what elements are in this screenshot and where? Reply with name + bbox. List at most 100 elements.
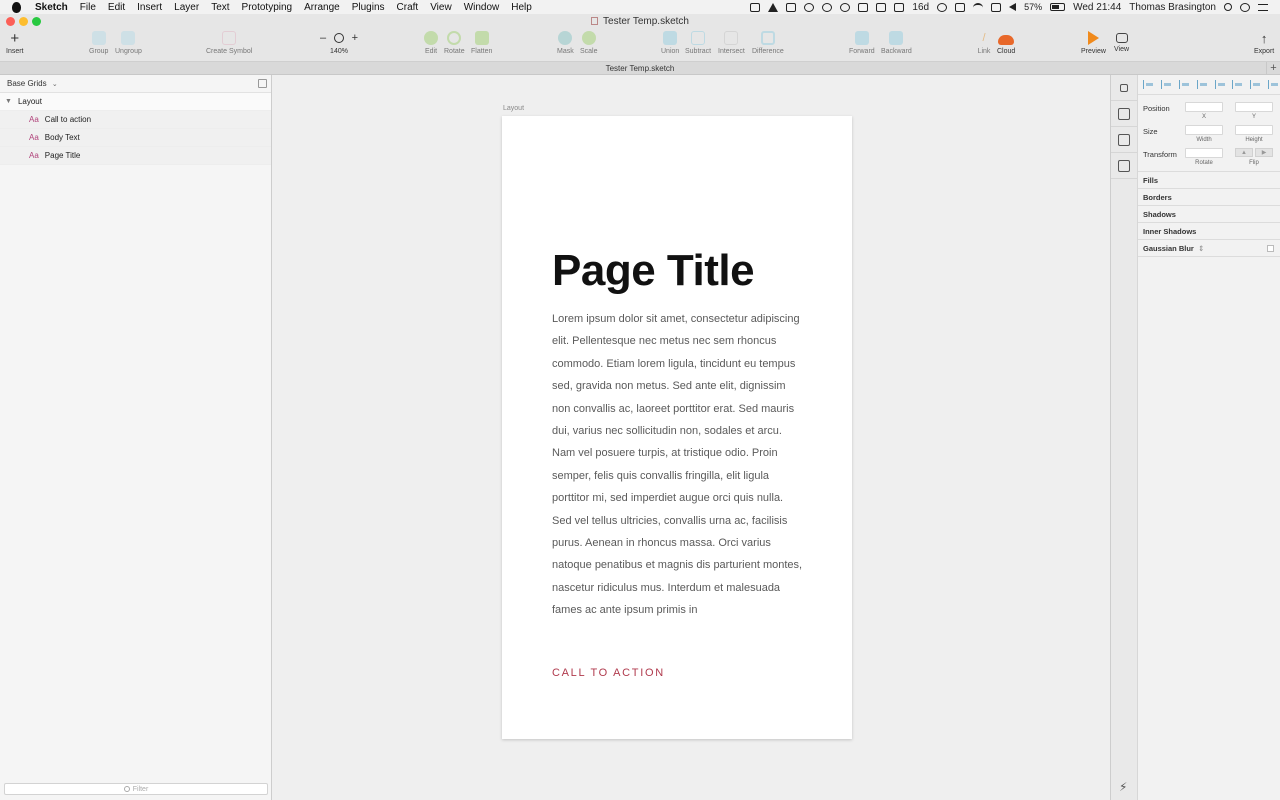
apple-menu-icon[interactable] <box>12 1 21 13</box>
menu-window[interactable]: Window <box>464 2 500 13</box>
page-title[interactable]: Page Title <box>552 246 755 296</box>
inner-shadows-section[interactable]: Inner Shadows <box>1138 223 1280 240</box>
display-icon[interactable] <box>991 2 1002 12</box>
notification-center-icon[interactable] <box>1258 3 1268 11</box>
menu-edit[interactable]: Edit <box>108 2 125 13</box>
menu-craft[interactable]: Craft <box>397 2 419 13</box>
window-icon[interactable] <box>858 2 869 12</box>
gaussian-blur-section[interactable]: Gaussian Blur ⇕ <box>1138 240 1280 257</box>
align-center-icon[interactable] <box>1196 80 1209 89</box>
difference-button[interactable]: Difference <box>752 31 784 55</box>
artboard[interactable]: Page Title Lorem ipsum dolor sit amet, c… <box>502 116 852 739</box>
battery-percent[interactable]: 57% <box>1024 2 1042 12</box>
zoom-level[interactable]: 140% <box>330 48 348 55</box>
flip-vertical-button[interactable]: ▶ <box>1255 148 1273 157</box>
export-button[interactable]: ↑ Export <box>1254 31 1274 56</box>
spotlight-search-icon[interactable] <box>1224 3 1232 11</box>
artboard-label[interactable]: Layout <box>503 105 524 112</box>
union-button[interactable]: Union <box>661 31 679 55</box>
eye-icon[interactable] <box>804 2 815 12</box>
call-to-action-link[interactable]: CALL TO ACTION <box>552 667 665 679</box>
forward-button[interactable]: Forward <box>849 31 875 55</box>
distribute-horizontal-icon[interactable] <box>1143 80 1155 89</box>
view-button[interactable]: View <box>1114 31 1129 53</box>
menu-layer[interactable]: Layer <box>174 2 199 13</box>
resize-tab-button[interactable] <box>1111 153 1137 179</box>
align-left-icon[interactable] <box>1178 80 1191 89</box>
counter-icon[interactable] <box>894 2 905 12</box>
layer-filter-input[interactable]: Filter <box>4 783 268 795</box>
align-middle-icon[interactable] <box>1250 80 1262 89</box>
minimize-window-button[interactable] <box>19 17 28 26</box>
align-bottom-icon[interactable] <box>1268 80 1280 89</box>
mask-button[interactable]: Mask <box>557 31 574 55</box>
days-label[interactable]: 16d <box>912 2 929 13</box>
cloud-button[interactable]: Cloud <box>997 31 1015 55</box>
airplay-icon[interactable] <box>955 2 966 12</box>
fills-section[interactable]: Fills <box>1138 172 1280 189</box>
page-selector[interactable]: Base Grids ⌄ <box>0 75 271 93</box>
layer-item-page-title[interactable]: Aa Page Title <box>0 147 271 165</box>
position-y-input[interactable] <box>1235 102 1273 112</box>
menu-help[interactable]: Help <box>511 2 532 13</box>
zoom-in-button[interactable]: + <box>352 32 358 44</box>
menu-file[interactable]: File <box>80 2 96 13</box>
menu-app-sketch[interactable]: Sketch <box>35 2 68 13</box>
blur-type-stepper-icon[interactable]: ⇕ <box>1198 244 1204 253</box>
menu-view[interactable]: View <box>430 2 452 13</box>
edit-button[interactable]: Edit <box>424 31 438 55</box>
document-tab[interactable]: Tester Temp.sketch <box>606 64 675 73</box>
new-tab-button[interactable]: + <box>1266 62 1280 75</box>
settings-dot-icon[interactable] <box>937 2 948 12</box>
canvas[interactable]: Layout Page Title Lorem ipsum dolor sit … <box>272 75 1110 800</box>
height-input[interactable] <box>1235 125 1273 135</box>
shadows-section[interactable]: Shadows <box>1138 206 1280 223</box>
zoom-out-button[interactable]: – <box>320 32 326 44</box>
circle-icon[interactable] <box>822 2 833 12</box>
text-list-tab-button[interactable] <box>1111 127 1137 153</box>
distribute-vertical-icon[interactable] <box>1160 80 1173 89</box>
blur-enabled-checkbox[interactable] <box>1267 245 1274 252</box>
collapse-pages-icon[interactable] <box>258 79 267 88</box>
preview-button[interactable]: Preview <box>1081 31 1106 55</box>
volume-icon[interactable] <box>1009 3 1017 11</box>
align-top-icon[interactable] <box>1232 80 1244 89</box>
group-button[interactable]: Group <box>89 31 108 55</box>
clock[interactable]: Wed 21:44 <box>1073 2 1121 13</box>
menu-plugins[interactable]: Plugins <box>352 2 385 13</box>
borders-section[interactable]: Borders <box>1138 189 1280 206</box>
location-arrow-icon[interactable] <box>768 2 779 12</box>
subtract-button[interactable]: Subtract <box>685 31 711 55</box>
close-window-button[interactable] <box>6 17 15 26</box>
width-input[interactable] <box>1185 125 1223 135</box>
layer-item-body-text[interactable]: Aa Body Text <box>0 129 271 147</box>
user-name[interactable]: Thomas Brasington <box>1129 2 1216 13</box>
create-symbol-button[interactable]: Create Symbol <box>206 31 252 55</box>
ungroup-button[interactable]: Ungroup <box>115 31 142 55</box>
maximize-window-button[interactable] <box>32 17 41 26</box>
battery-icon[interactable] <box>1050 3 1066 11</box>
insert-button[interactable]: + Insert <box>6 30 24 56</box>
rotate-input[interactable] <box>1185 148 1223 158</box>
menu-text[interactable]: Text <box>211 2 229 13</box>
rotate-button[interactable]: Rotate <box>444 31 465 55</box>
export-tab-button[interactable] <box>1111 101 1137 127</box>
disclosure-triangle-icon[interactable]: ▼ <box>5 98 12 105</box>
link-button[interactable]: / Link <box>977 31 991 55</box>
align-right-icon[interactable] <box>1214 80 1227 89</box>
menu-arrange[interactable]: Arrange <box>304 2 340 13</box>
lightning-icon[interactable]: ⚡ <box>1119 780 1127 794</box>
dropbox-icon[interactable] <box>750 2 761 12</box>
photos-icon[interactable] <box>786 2 797 12</box>
intersect-button[interactable]: Intersect <box>718 31 745 55</box>
backward-button[interactable]: Backward <box>881 31 912 55</box>
layer-item-call-to-action[interactable]: Aa Call to action <box>0 111 271 129</box>
scale-button[interactable]: Scale <box>580 31 598 55</box>
style-tab-button[interactable] <box>1111 75 1137 101</box>
wifi-icon[interactable] <box>973 2 984 12</box>
menu-prototyping[interactable]: Prototyping <box>242 2 293 13</box>
flatten-button[interactable]: Flatten <box>471 31 492 55</box>
flip-horizontal-button[interactable]: ▲ <box>1235 148 1253 157</box>
bookmark-icon[interactable] <box>876 2 887 12</box>
layer-group-layout[interactable]: ▼ Layout <box>0 93 271 111</box>
